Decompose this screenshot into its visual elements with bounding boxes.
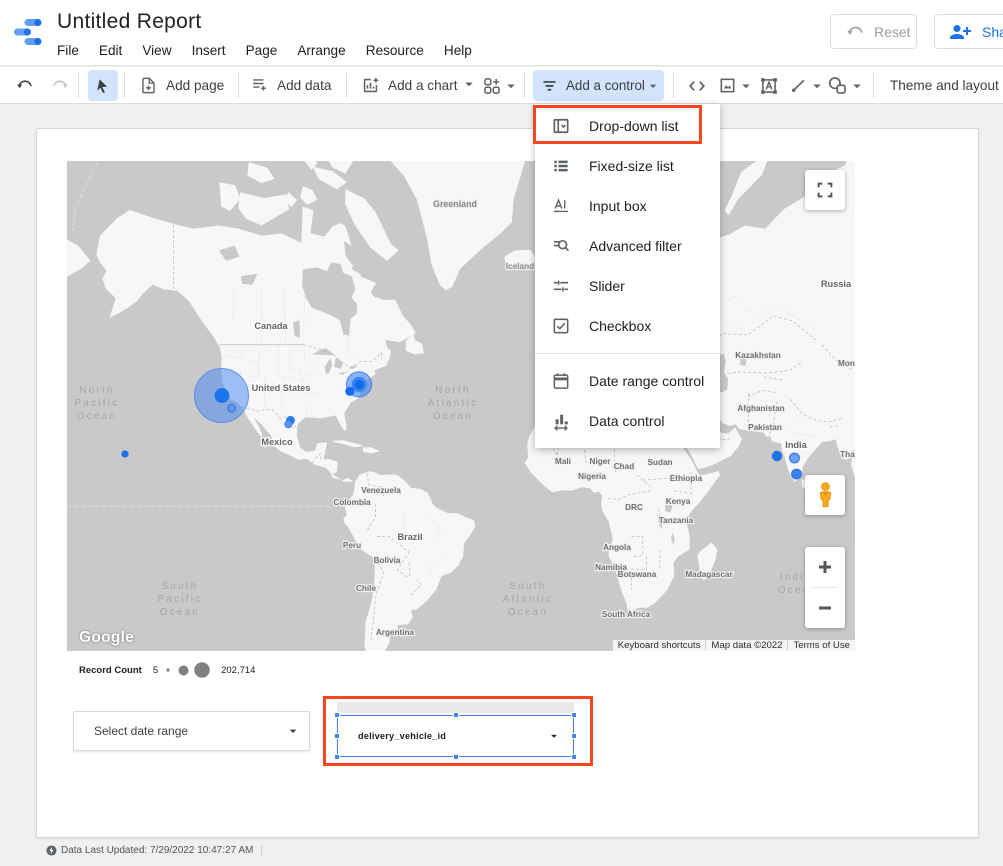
- svg-text:Iceland: Iceland: [506, 262, 534, 271]
- svg-text:Angola: Angola: [603, 543, 631, 552]
- svg-text:Canada: Canada: [254, 321, 288, 331]
- svg-text:Ocean: Ocean: [77, 411, 117, 422]
- svg-text:Russia: Russia: [821, 279, 852, 289]
- svg-text:Argentina: Argentina: [376, 628, 415, 637]
- svg-text:Ocean: Ocean: [508, 607, 548, 618]
- svg-text:Mali: Mali: [555, 457, 571, 466]
- svg-text:Mongolia: Mongolia: [838, 359, 855, 368]
- svg-text:Sudan: Sudan: [647, 458, 672, 467]
- svg-text:Atlantic: Atlantic: [428, 398, 479, 409]
- svg-text:Mexico: Mexico: [261, 437, 293, 447]
- svg-text:Brazil: Brazil: [397, 532, 422, 542]
- svg-text:Kenya: Kenya: [666, 497, 691, 506]
- svg-text:Pakistan: Pakistan: [748, 423, 782, 432]
- svg-text:Thailand: Thailand: [840, 450, 855, 459]
- svg-text:Nigeria: Nigeria: [578, 472, 606, 481]
- svg-text:Chad: Chad: [614, 462, 634, 471]
- svg-text:Tanzania: Tanzania: [659, 516, 694, 525]
- svg-text:Chile: Chile: [356, 584, 376, 593]
- svg-text:Niger: Niger: [590, 457, 612, 466]
- svg-text:Greenland: Greenland: [433, 199, 477, 209]
- svg-text:Ocean: Ocean: [160, 607, 200, 618]
- svg-text:North: North: [79, 385, 114, 396]
- svg-text:Ethiopia: Ethiopia: [670, 474, 703, 483]
- svg-text:Peru: Peru: [343, 541, 361, 550]
- svg-text:Colombia: Colombia: [333, 498, 371, 507]
- svg-text:Pacific: Pacific: [158, 594, 203, 605]
- svg-text:North: North: [435, 385, 470, 396]
- svg-text:DRC: DRC: [625, 503, 643, 512]
- svg-text:India: India: [785, 440, 807, 450]
- svg-text:Kazakhstan: Kazakhstan: [735, 351, 781, 360]
- svg-text:Ocean: Ocean: [433, 411, 473, 422]
- svg-text:South: South: [161, 581, 198, 592]
- svg-text:Atlantic: Atlantic: [503, 594, 554, 605]
- svg-text:Pacific: Pacific: [75, 398, 120, 409]
- svg-text:United States: United States: [252, 383, 311, 393]
- svg-text:Venezuela: Venezuela: [361, 486, 401, 495]
- svg-text:South: South: [509, 581, 546, 592]
- svg-text:South Africa: South Africa: [602, 610, 651, 619]
- svg-text:Bolivia: Bolivia: [374, 556, 401, 565]
- svg-text:Madagascar: Madagascar: [685, 570, 733, 579]
- svg-text:Afghanistan: Afghanistan: [737, 404, 784, 413]
- svg-text:Botswana: Botswana: [618, 570, 657, 579]
